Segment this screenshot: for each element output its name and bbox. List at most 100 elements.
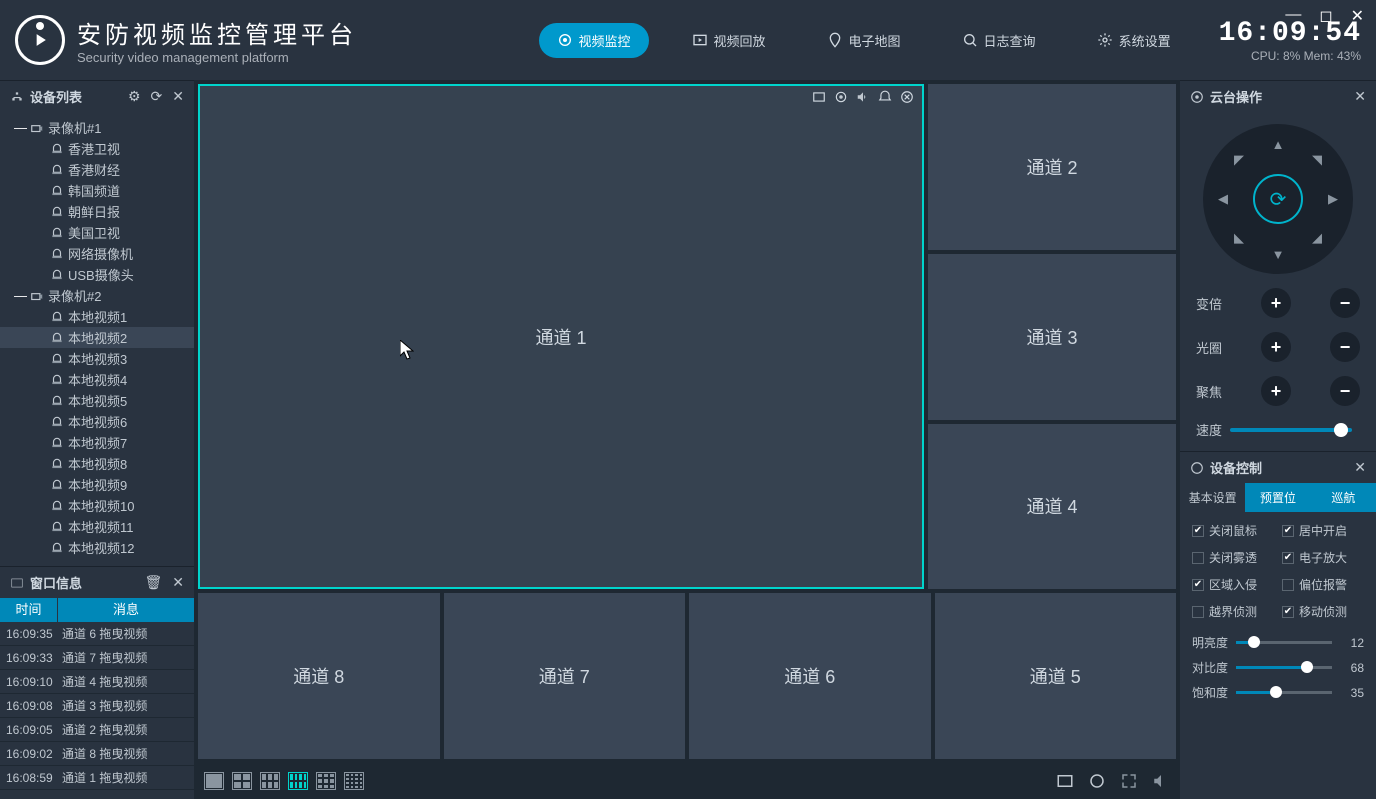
video-channel-3[interactable]: 通道 3 bbox=[928, 254, 1176, 420]
tree-recorder[interactable]: —录像机#1 bbox=[0, 117, 194, 138]
dev-ctrl-slider[interactable]: 饱和度35 bbox=[1180, 680, 1376, 705]
channel-alarm-icon[interactable] bbox=[878, 90, 892, 104]
channel-snapshot-icon[interactable] bbox=[812, 90, 826, 104]
nav-map[interactable]: 电子地图 bbox=[809, 23, 919, 58]
tree-camera[interactable]: 本地视频7 bbox=[0, 432, 194, 453]
tree-recorder[interactable]: —录像机#2 bbox=[0, 285, 194, 306]
dev-ctrl-check[interactable]: 电子放大 bbox=[1282, 549, 1364, 566]
toolbar-record-icon[interactable] bbox=[1088, 772, 1106, 790]
video-channel-5[interactable]: 通道 5 bbox=[935, 593, 1177, 759]
ptz-upright-button[interactable]: ◥ bbox=[1305, 148, 1329, 172]
dev-ctrl-tab-1[interactable]: 预置位 bbox=[1245, 483, 1310, 512]
tree-camera[interactable]: 美国卫视 bbox=[0, 222, 194, 243]
layout-1-button[interactable] bbox=[204, 772, 224, 790]
tree-camera[interactable]: 本地视频12 bbox=[0, 537, 194, 558]
tree-camera[interactable]: 本地视频11 bbox=[0, 516, 194, 537]
tree-camera[interactable]: USB摄像头 bbox=[0, 264, 194, 285]
device-close-icon[interactable]: ✕ bbox=[172, 88, 184, 105]
tree-camera[interactable]: 韩国频道 bbox=[0, 180, 194, 201]
channel-record-icon[interactable] bbox=[834, 90, 848, 104]
dev-ctrl-check[interactable]: 关闭鼠标 bbox=[1192, 522, 1274, 539]
dev-ctrl-close-icon[interactable]: ✕ bbox=[1354, 459, 1366, 476]
tree-camera[interactable]: 网络摄像机 bbox=[0, 243, 194, 264]
window-info-close-icon[interactable]: ✕ bbox=[172, 574, 184, 591]
dev-ctrl-tab-0[interactable]: 基本设置 bbox=[1180, 483, 1245, 512]
toolbar-snapshot-icon[interactable] bbox=[1056, 772, 1074, 790]
nav-settings[interactable]: 系统设置 bbox=[1079, 23, 1189, 58]
channel-close-icon[interactable] bbox=[900, 90, 914, 104]
video-channel-8[interactable]: 通道 8 bbox=[198, 593, 440, 759]
layout-9-button[interactable] bbox=[316, 772, 336, 790]
device-refresh-icon[interactable]: ⟳ bbox=[151, 88, 163, 105]
ptz-downleft-button[interactable]: ◣ bbox=[1227, 226, 1251, 250]
minimize-button[interactable]: — bbox=[1285, 6, 1301, 26]
layout-16-button[interactable] bbox=[344, 772, 364, 790]
ptz-downright-button[interactable]: ◢ bbox=[1305, 226, 1329, 250]
tree-camera[interactable]: 本地视频9 bbox=[0, 474, 194, 495]
focus-far-button[interactable]: − bbox=[1330, 376, 1360, 406]
iris-open-button[interactable]: + bbox=[1261, 332, 1291, 362]
ptz-up-button[interactable]: ▲ bbox=[1266, 132, 1290, 156]
tree-camera[interactable]: 本地视频8 bbox=[0, 453, 194, 474]
log-row[interactable]: 16:09:10通道 4 拖曳视频 bbox=[0, 670, 194, 694]
ptz-close-icon[interactable]: ✕ bbox=[1354, 88, 1366, 105]
zoom-in-button[interactable]: + bbox=[1261, 288, 1291, 318]
tree-camera[interactable]: 朝鲜日报 bbox=[0, 201, 194, 222]
ptz-left-button[interactable]: ◀ bbox=[1211, 187, 1235, 211]
tree-camera[interactable]: 本地视频6 bbox=[0, 411, 194, 432]
tree-camera[interactable]: 本地视频3 bbox=[0, 348, 194, 369]
dev-ctrl-check[interactable]: 关闭雾透 bbox=[1192, 549, 1274, 566]
dev-ctrl-check[interactable]: 居中开启 bbox=[1282, 522, 1364, 539]
device-list-header: 设备列表 ⚙ ⟳ ✕ bbox=[0, 80, 194, 112]
video-channel-4[interactable]: 通道 4 bbox=[928, 424, 1176, 590]
log-row[interactable]: 16:09:33通道 7 拖曳视频 bbox=[0, 646, 194, 670]
dev-ctrl-slider[interactable]: 明亮度12 bbox=[1180, 630, 1376, 655]
tree-camera[interactable]: 本地视频5 bbox=[0, 390, 194, 411]
tree-camera[interactable]: 本地视频4 bbox=[0, 369, 194, 390]
focus-near-button[interactable]: + bbox=[1261, 376, 1291, 406]
maximize-button[interactable]: ◻ bbox=[1319, 6, 1332, 26]
ptz-right-button[interactable]: ▶ bbox=[1321, 187, 1345, 211]
tree-camera[interactable]: 本地视频1 bbox=[0, 306, 194, 327]
log-row[interactable]: 16:09:02通道 8 拖曳视频 bbox=[0, 742, 194, 766]
tree-camera[interactable]: 香港财经 bbox=[0, 159, 194, 180]
toolbar-audio-icon[interactable] bbox=[1152, 772, 1170, 790]
channel-audio-icon[interactable] bbox=[856, 90, 870, 104]
dev-ctrl-check[interactable]: 区域入侵 bbox=[1192, 576, 1274, 593]
layout-6-button[interactable] bbox=[260, 772, 280, 790]
tree-camera[interactable]: 本地视频2 bbox=[0, 327, 194, 348]
layout-4-button[interactable] bbox=[232, 772, 252, 790]
dev-ctrl-check[interactable]: 移动侦测 bbox=[1282, 603, 1364, 620]
ptz-upleft-button[interactable]: ◤ bbox=[1227, 148, 1251, 172]
dev-ctrl-slider[interactable]: 对比度68 bbox=[1180, 655, 1376, 680]
device-list-title: 设备列表 bbox=[30, 87, 128, 106]
log-row[interactable]: 16:09:08通道 3 拖曳视频 bbox=[0, 694, 194, 718]
log-row[interactable]: 16:08:59通道 1 拖曳视频 bbox=[0, 766, 194, 790]
dev-ctrl-check[interactable]: 越界侦测 bbox=[1192, 603, 1274, 620]
cursor-icon bbox=[400, 340, 414, 360]
ptz-wheel: ▲ ▼ ◀ ▶ ◤ ◥ ◣ ◢ ⟳ bbox=[1203, 124, 1353, 274]
nav-playback[interactable]: 视频回放 bbox=[674, 23, 784, 58]
ptz-speed-slider[interactable] bbox=[1230, 428, 1352, 432]
ptz-reset-button[interactable]: ⟳ bbox=[1253, 174, 1303, 224]
nav-monitor[interactable]: 视频监控 bbox=[539, 23, 649, 58]
ptz-down-button[interactable]: ▼ bbox=[1266, 242, 1290, 266]
iris-close-button[interactable]: − bbox=[1330, 332, 1360, 362]
tree-camera[interactable]: 香港卫视 bbox=[0, 138, 194, 159]
video-channel-main[interactable]: 通道 1 bbox=[198, 84, 924, 589]
nav-log[interactable]: 日志查询 bbox=[944, 23, 1054, 58]
dev-ctrl-tab-2[interactable]: 巡航 bbox=[1311, 483, 1376, 512]
device-settings-icon[interactable]: ⚙ bbox=[128, 88, 141, 105]
log-row[interactable]: 16:09:35通道 6 拖曳视频 bbox=[0, 622, 194, 646]
tree-camera[interactable]: 本地视频10 bbox=[0, 495, 194, 516]
layout-8-button[interactable] bbox=[288, 772, 308, 790]
zoom-out-button[interactable]: − bbox=[1330, 288, 1360, 318]
toolbar-fullscreen-icon[interactable] bbox=[1120, 772, 1138, 790]
log-row[interactable]: 16:09:05通道 2 拖曳视频 bbox=[0, 718, 194, 742]
video-channel-7[interactable]: 通道 7 bbox=[444, 593, 686, 759]
video-channel-6[interactable]: 通道 6 bbox=[689, 593, 931, 759]
dev-ctrl-check[interactable]: 偏位报警 bbox=[1282, 576, 1364, 593]
window-info-trash-icon[interactable]: 🗑 bbox=[144, 574, 162, 591]
close-button[interactable]: ✕ bbox=[1351, 6, 1364, 26]
video-channel-2[interactable]: 通道 2 bbox=[928, 84, 1176, 250]
